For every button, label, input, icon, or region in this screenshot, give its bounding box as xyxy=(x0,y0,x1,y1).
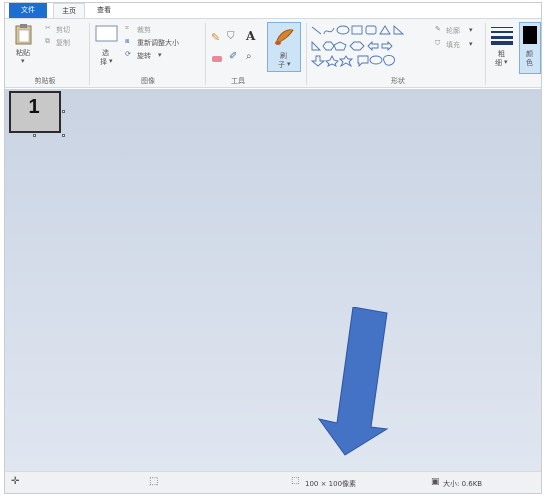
chevron-down-icon: ▾ xyxy=(469,26,473,34)
file-size: 大小: 0.6KB xyxy=(443,480,483,488)
color1-button[interactable]: 颜 色 xyxy=(519,22,541,74)
resize-label: 重新调整大小 xyxy=(137,39,179,47)
eraser-icon[interactable] xyxy=(211,55,223,63)
shape-outline-button[interactable]: ✎ 轮廓 ▾ xyxy=(435,25,479,36)
shapes-gallery[interactable] xyxy=(310,25,428,67)
selection-size-icon: ⬚ xyxy=(149,476,159,487)
clipboard-group-label: 剪贴板 xyxy=(34,77,56,85)
resize-icon: ⧈ xyxy=(125,37,130,45)
chevron-down-icon: ▾ xyxy=(109,57,113,65)
color1-label-bottom: 色 xyxy=(526,59,533,67)
select-button[interactable]: 选 择 ▾ xyxy=(93,24,121,72)
canvas-workspace: 1 xyxy=(5,89,541,471)
brushes-button[interactable]: 刷 子 ▾ xyxy=(267,22,301,72)
ribbon-divider xyxy=(89,23,90,85)
line-width-icon xyxy=(491,27,513,45)
select-rectangle-icon xyxy=(95,25,118,42)
brushes-label-bottom: 子 xyxy=(278,61,285,69)
ribbon-divider xyxy=(205,23,206,85)
fill-bucket-icon[interactable]: ⛉ xyxy=(227,31,235,42)
status-bar: ✛ ⬚ ⬚ 100 × 100像素 ▣ 大小: 0.6KB xyxy=(5,471,541,493)
chevron-down-icon: ▾ xyxy=(469,40,473,48)
cursor-position-icon: ✛ xyxy=(11,476,20,487)
cut-label: 剪切 xyxy=(56,26,70,34)
color-picker-icon[interactable]: ✐ xyxy=(229,51,237,62)
drawing-canvas[interactable]: 1 xyxy=(9,91,61,133)
ribbon-tab-bar: 文件 主页 查看 xyxy=(5,3,541,18)
size-button[interactable]: 粗 细 ▾ xyxy=(489,23,515,73)
copy-label: 复制 xyxy=(56,39,70,47)
tab-file[interactable]: 文件 xyxy=(9,3,47,18)
rotate-icon: ⟳ xyxy=(125,50,131,58)
tab-view[interactable]: 查看 xyxy=(89,3,119,18)
resize-handle-right[interactable] xyxy=(62,110,65,113)
outline-label: 轮廓 xyxy=(446,27,460,35)
copy-icon: ⧉ xyxy=(45,37,50,45)
ribbon-divider xyxy=(485,23,486,85)
resize-button[interactable]: ⧈ 重新调整大小 xyxy=(125,37,201,48)
rotate-button[interactable]: ⟳ 旋转 ▾ xyxy=(125,50,175,61)
crop-icon: ⌗ xyxy=(125,24,129,32)
paint-window: 文件 主页 查看 粘贴 ▾ ✂ 剪切 ⧉ 复制 剪贴板 选 择 ▾ ⌗ 裁剪 ⧈… xyxy=(4,2,542,494)
crop-label: 裁剪 xyxy=(137,26,151,34)
clipboard-icon xyxy=(15,24,32,45)
fill-icon: ⛉ xyxy=(435,39,441,47)
select-label-bottom: 择 xyxy=(100,58,107,66)
ribbon-divider xyxy=(306,23,307,85)
pencil-icon[interactable]: ✎ xyxy=(211,31,220,44)
shape-fill-button[interactable]: ⛉ 填充 ▾ xyxy=(435,39,479,50)
chevron-down-icon: ▾ xyxy=(21,57,25,65)
chevron-down-icon: ▾ xyxy=(504,58,508,66)
color1-swatch xyxy=(523,26,537,44)
resize-handle-bottom[interactable] xyxy=(33,134,36,137)
canvas-dimensions: 100 × 100像素 xyxy=(305,480,357,488)
magnifier-icon[interactable]: ⌕ xyxy=(246,51,252,62)
copy-button[interactable]: ⧉ 复制 xyxy=(45,37,79,48)
resize-handle-corner[interactable] xyxy=(62,134,65,137)
down-arrow-annotation xyxy=(317,307,389,456)
paste-button[interactable]: 粘贴 ▾ xyxy=(11,22,37,68)
image-group-label: 图像 xyxy=(141,77,155,85)
chevron-down-icon: ▾ xyxy=(287,60,291,68)
tab-home[interactable]: 主页 xyxy=(53,3,85,18)
rotate-label: 旋转 xyxy=(137,52,151,60)
cut-button[interactable]: ✂ 剪切 xyxy=(45,24,79,35)
scissors-icon: ✂ xyxy=(45,24,51,32)
chevron-down-icon: ▾ xyxy=(158,51,162,59)
disk-icon: ▣ xyxy=(431,477,440,487)
ribbon: 粘贴 ▾ ✂ 剪切 ⧉ 复制 剪贴板 选 择 ▾ ⌗ 裁剪 ⧈ 重新调整大小 ⟳… xyxy=(5,18,541,88)
canvas-size-icon: ⬚ xyxy=(291,476,300,486)
size-label-bottom: 细 xyxy=(495,59,502,67)
tools-group-label: 工具 xyxy=(231,77,245,85)
canvas-number-text: 1 xyxy=(28,96,40,118)
shapes-group-label: 形状 xyxy=(391,77,405,85)
crop-button[interactable]: ⌗ 裁剪 xyxy=(125,24,165,35)
brush-icon xyxy=(275,29,294,45)
outline-icon: ✎ xyxy=(435,25,441,33)
fill-label: 填充 xyxy=(446,41,460,49)
text-tool-icon[interactable]: A xyxy=(246,29,255,43)
